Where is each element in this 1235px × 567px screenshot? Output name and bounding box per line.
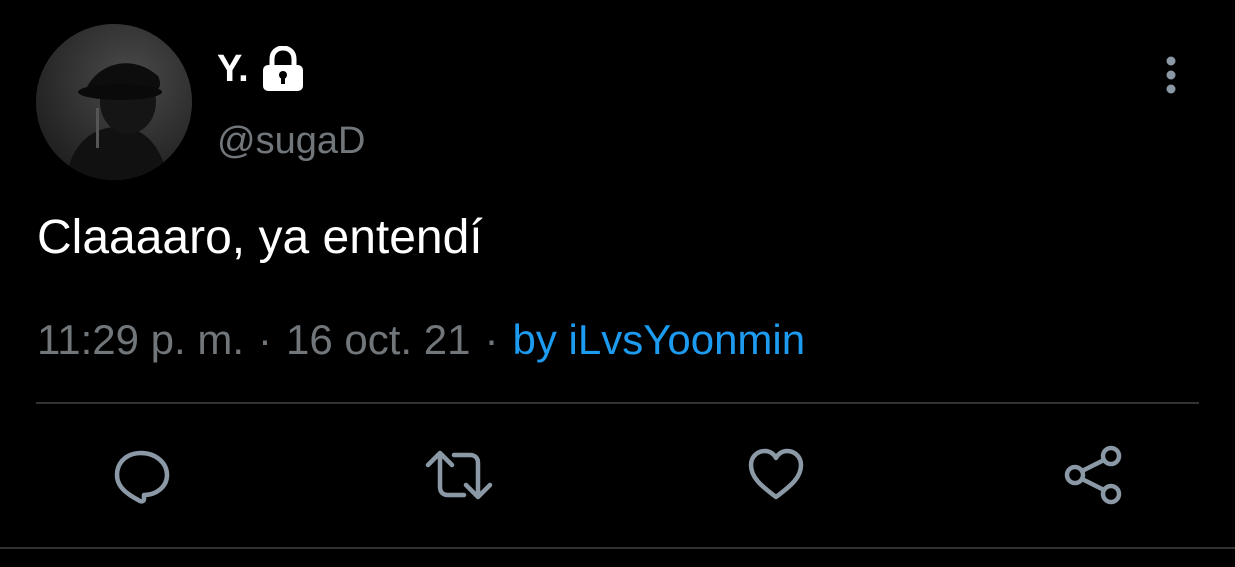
comment-icon — [114, 450, 170, 504]
separator-dot: · — [258, 316, 273, 363]
bottom-divider — [0, 547, 1235, 549]
tweet-card: Y. @sugaD Claaaaro, ya entendí 11:29 p. … — [0, 0, 1235, 567]
tweet-text: Claaaaro, ya entendí — [37, 211, 483, 264]
retweet-icon — [425, 450, 493, 500]
reply-button[interactable] — [106, 440, 176, 510]
display-name[interactable]: Y. — [217, 48, 249, 91]
retweet-button[interactable] — [424, 440, 494, 510]
user-handle[interactable]: @sugaD — [217, 120, 365, 163]
tweet-source-link[interactable]: by iLvsYoonmin — [512, 316, 805, 364]
tweet-metadata: 11:29 p. m. · 16 oct. 21 · by iLvsYoonmi… — [37, 316, 805, 364]
divider — [36, 402, 1199, 404]
more-options-icon[interactable] — [1158, 55, 1184, 97]
heart-icon — [748, 448, 804, 500]
avatar-image — [36, 24, 192, 180]
separator-dot: · — [484, 316, 499, 363]
avatar[interactable] — [36, 24, 192, 180]
lock-icon — [261, 45, 305, 92]
action-bar — [0, 440, 1235, 510]
tweet-time[interactable]: 11:29 p. m. — [37, 316, 244, 364]
like-button[interactable] — [741, 440, 811, 510]
share-icon — [1064, 445, 1122, 505]
display-name-row: Y. — [217, 42, 305, 96]
share-button[interactable] — [1058, 440, 1128, 510]
tweet-date[interactable]: 16 oct. 21 — [286, 316, 470, 364]
